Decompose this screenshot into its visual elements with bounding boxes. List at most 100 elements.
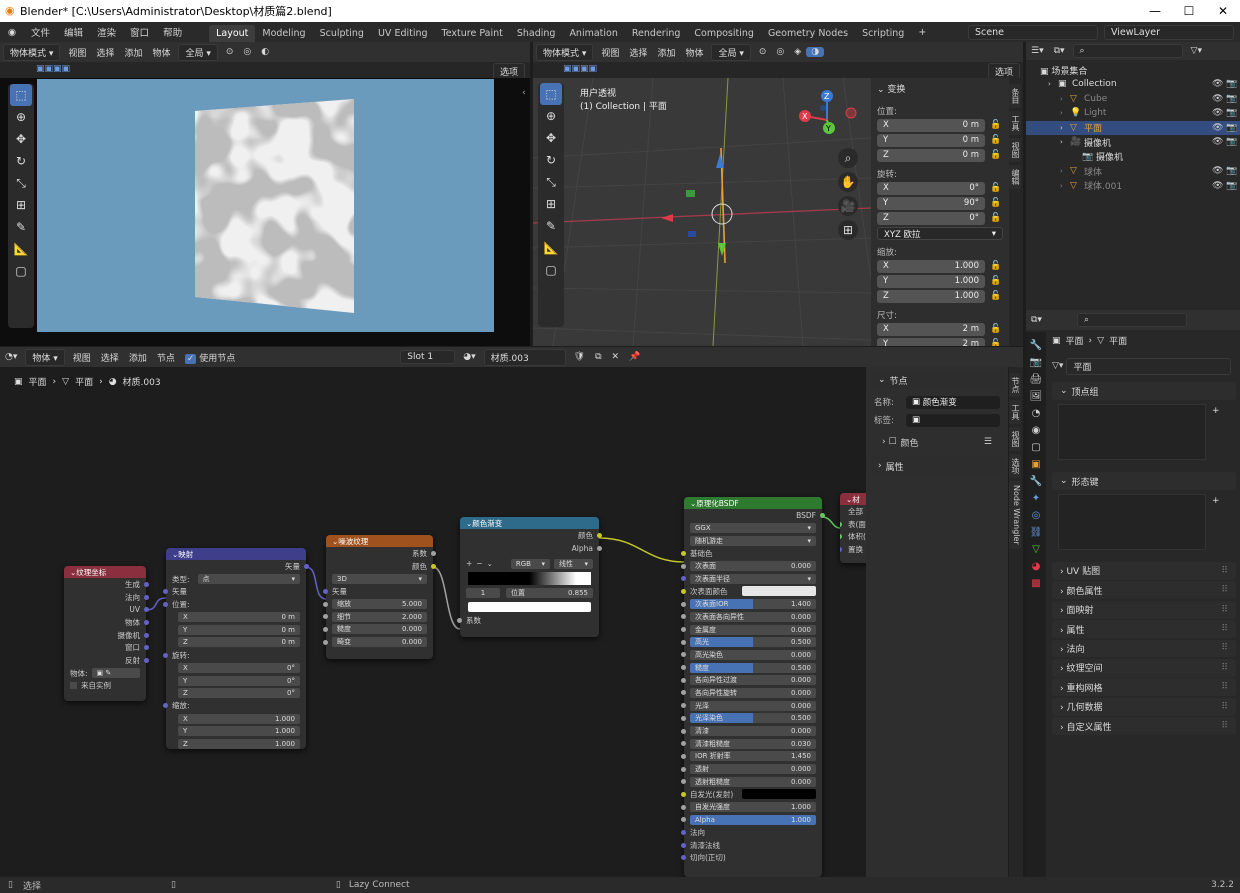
texture-tab-icon[interactable]: ▩ bbox=[1031, 578, 1040, 589]
node-texture-coordinate[interactable]: ⌄ 纹理坐标 生成 法向 UV 物体 摄像机 窗口 反射 物体: ▣ ✎ 来自实例 bbox=[64, 566, 149, 701]
outliner-item[interactable]: › ▽ 平面 👁 📷 bbox=[1026, 120, 1240, 135]
node-noise-texture[interactable]: ⌄ 噪波纹理 系数 颜色 3D ▾ 矢量 缩放 5.000 细节 2.000 糙度 0.00… bbox=[323, 535, 436, 659]
viewport-tab-2[interactable]: 视图 bbox=[1009, 138, 1021, 162]
output-all[interactable]: 全部 bbox=[848, 506, 863, 517]
bsdf-field[interactable]: 光泽染色 0.500 bbox=[690, 713, 816, 724]
mapping-rot_vals-field[interactable]: X 0° bbox=[178, 662, 300, 673]
left-menu-2[interactable]: 添加 bbox=[119, 46, 147, 59]
bsdf-dropdown[interactable]: 次表面半径 ▾ bbox=[690, 573, 816, 584]
lock-icon[interactable]: 🔓 bbox=[989, 183, 1003, 193]
shape-keys-header[interactable]: ⌄ 形态键 bbox=[1052, 472, 1236, 490]
lock-icon[interactable]: 🔓 bbox=[989, 339, 1003, 346]
tab-layout[interactable]: Layout bbox=[209, 25, 256, 42]
add-workspace-icon[interactable]: + bbox=[911, 27, 933, 38]
bsdf-field[interactable]: 高光染色 0.000 bbox=[690, 649, 816, 660]
drag-handle-icon[interactable]: ⠿ bbox=[1221, 721, 1228, 731]
tf-location-field[interactable]: Z 0 m bbox=[877, 148, 985, 162]
node-header-texcoord[interactable]: ⌄ 纹理坐标 bbox=[64, 566, 146, 578]
transform-tool-icon[interactable]: ⊞ bbox=[10, 194, 32, 216]
prop-panel-1[interactable]: › 颜色属性 ⠿ bbox=[1052, 581, 1236, 600]
menu-1[interactable]: 编辑 bbox=[57, 25, 90, 39]
particles-tab-icon[interactable]: ✦ bbox=[1032, 493, 1040, 504]
lock-icon[interactable]: 🔓 bbox=[989, 276, 1003, 286]
prop-panel-5[interactable]: › 纹理空间 ⠿ bbox=[1052, 658, 1236, 677]
bsdf-input-socket[interactable] bbox=[681, 855, 686, 861]
texcoord-output-socket[interactable] bbox=[144, 632, 149, 638]
noise-input-socket[interactable] bbox=[323, 626, 328, 632]
bsdf-input-socket[interactable] bbox=[681, 830, 686, 836]
render-camera-icon[interactable]: 📷 bbox=[1226, 166, 1240, 176]
tab-modeling[interactable]: Modeling bbox=[255, 25, 312, 42]
bsdf-input-socket[interactable] bbox=[681, 791, 686, 797]
orientation-dropdown-right[interactable]: 全局 ▾ bbox=[711, 43, 751, 61]
ramp-pos-field[interactable]: 位置 0.855 bbox=[506, 588, 593, 599]
node-editor-type-icon[interactable]: ◔▾ bbox=[0, 352, 22, 362]
render-camera-icon[interactable]: 📷 bbox=[1226, 137, 1240, 147]
viewlayer-selector[interactable]: ViewLayer bbox=[1104, 24, 1234, 40]
tab-compositing[interactable]: Compositing bbox=[687, 25, 761, 42]
select-mode-icons-right[interactable]: ▣▣▣▣ bbox=[563, 64, 597, 74]
tab-scripting[interactable]: Scripting bbox=[855, 25, 911, 42]
bsdf-field[interactable]: 透射 0.000 bbox=[690, 764, 816, 775]
bsdf-input-socket[interactable] bbox=[681, 652, 686, 658]
mapping-rot-socket[interactable] bbox=[163, 652, 168, 658]
cursor-tool-icon-right[interactable]: ⊕ bbox=[540, 105, 562, 127]
bsdf-field[interactable]: 高光 0.500 bbox=[690, 637, 816, 648]
bsdf-input-socket[interactable] bbox=[681, 665, 686, 671]
render-camera-icon[interactable]: 📷 bbox=[1226, 123, 1240, 133]
shading-icon[interactable]: ◑ bbox=[806, 47, 825, 57]
mode-dropdown-right[interactable]: 物体模式 ▾ bbox=[536, 43, 594, 61]
bsdf-field[interactable]: 透射粗糙度 0.000 bbox=[690, 776, 816, 787]
material-tab-icon[interactable]: ◕ bbox=[1032, 561, 1041, 572]
tool-tab-icon[interactable]: 🔧 bbox=[1030, 340, 1042, 351]
props-search[interactable]: ⌕ bbox=[1076, 313, 1187, 327]
menu-4[interactable]: 帮助 bbox=[156, 25, 189, 39]
ramp-alpha-socket[interactable] bbox=[597, 545, 602, 551]
expand-arrow-icon[interactable]: › bbox=[1060, 167, 1070, 175]
select-tool-icon-right[interactable]: ⬚ bbox=[540, 83, 562, 105]
fake-user-icon[interactable]: 🛡 bbox=[569, 352, 590, 362]
bsdf-input-socket[interactable] bbox=[681, 779, 686, 785]
drag-handle-icon[interactable]: ⠿ bbox=[1221, 566, 1228, 576]
node-mapping[interactable]: ⌄ 映射 矢量 类型: 点 ▾ 矢量 位置: X 0 m Y 0 m Z 0 m 旋转: X 0… bbox=[163, 548, 309, 749]
tf-location-field[interactable]: X 0 m bbox=[877, 118, 985, 132]
bsdf-field[interactable]: 清漆粗糙度 0.030 bbox=[690, 738, 816, 749]
cursor-tool-icon[interactable]: ⊕ bbox=[10, 106, 32, 128]
minimize-icon[interactable]: — bbox=[1138, 4, 1172, 18]
noise-field[interactable]: 糙度 0.000 bbox=[332, 624, 427, 635]
prop-panel-3[interactable]: › 属性 ⠿ bbox=[1052, 620, 1236, 638]
tf-rotation-field[interactable]: X 0° bbox=[877, 181, 985, 195]
menu-3[interactable]: 窗口 bbox=[123, 25, 156, 39]
node-label-field[interactable]: ▣ bbox=[906, 413, 1000, 427]
mapping-loc-socket[interactable] bbox=[163, 601, 168, 607]
left-menu-0[interactable]: 视图 bbox=[63, 46, 91, 59]
mapping-out-socket[interactable] bbox=[304, 563, 309, 569]
drag-handle-icon[interactable]: ⠿ bbox=[1221, 585, 1228, 595]
blender-menu-icon[interactable]: ◉ bbox=[0, 27, 24, 38]
outliner-item[interactable]: › ▣ Collection 👁 📷 bbox=[1026, 77, 1240, 92]
tf-rotation-field[interactable]: Z 0° bbox=[877, 211, 985, 225]
mesh-data-icon[interactable]: ▽▾ bbox=[1052, 361, 1063, 371]
zoom-icon[interactable]: ⌕ bbox=[838, 148, 858, 168]
mesh-name-field[interactable]: 平面 bbox=[1066, 357, 1231, 375]
node-tab-4[interactable]: Node Wrangler bbox=[1009, 481, 1021, 549]
proportional-icon-right[interactable]: ◎ bbox=[771, 47, 789, 57]
output-input-socket[interactable] bbox=[840, 534, 842, 540]
texcoord-object-field[interactable]: ▣ ✎ bbox=[91, 668, 140, 679]
outliner-item[interactable]: › ▽ 球体 👁 📷 bbox=[1026, 164, 1240, 179]
data-tab-icon[interactable]: ▽ bbox=[1032, 544, 1040, 555]
add-cube-tool-icon-right[interactable]: ▢ bbox=[540, 259, 562, 281]
tf-scale-field[interactable]: Y 1.000 bbox=[877, 274, 985, 288]
bsdf-input-socket[interactable] bbox=[681, 588, 686, 594]
ramp-menu-icon[interactable]: ⌄ bbox=[487, 559, 493, 568]
bsdf-input-socket[interactable] bbox=[681, 601, 686, 607]
texcoord-output-socket[interactable] bbox=[144, 619, 149, 625]
bsdf-field[interactable]: 清漆 0.000 bbox=[690, 726, 816, 737]
navigation-gizmo[interactable]: Z X Y bbox=[795, 88, 859, 152]
expand-arrow-icon[interactable]: › bbox=[1060, 138, 1070, 146]
outliner-item[interactable]: 📷 摄像机 bbox=[1026, 150, 1240, 165]
bsdf-field[interactable]: 各向异性旋转 0.000 bbox=[690, 687, 816, 698]
mapping-loc_vals-field[interactable]: X 0 m bbox=[178, 612, 300, 623]
render-camera-icon[interactable]: 📷 bbox=[1226, 94, 1240, 104]
right-menu-3[interactable]: 物体 bbox=[680, 46, 708, 59]
